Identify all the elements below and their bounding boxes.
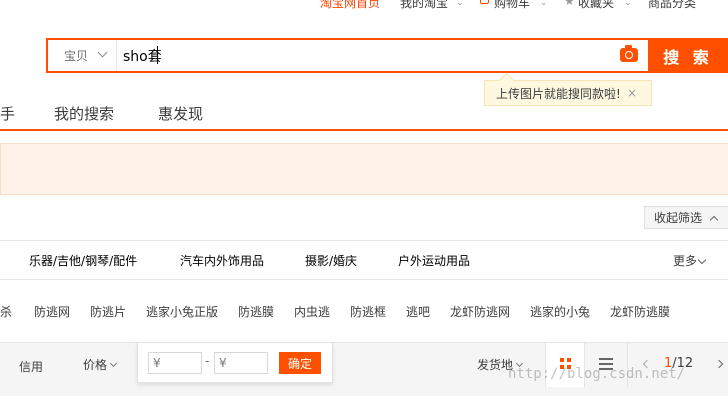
top-bar: 淘宝网首页 我的淘宝 ⌄ 购物车 ⌄ ★ 收藏夹 ⌄ 商品分类 [0,0,728,9]
related-word[interactable]: 逃家小兔正版 [146,303,218,320]
price-max-input[interactable] [214,352,268,374]
chevron-down-icon: ⌄ [456,0,464,8]
related-word[interactable]: 杀 [0,303,12,320]
related-word[interactable]: 逃吧 [406,303,430,320]
chevron-up-icon [709,215,719,224]
topbar-category-link[interactable]: 商品分类 [648,0,696,9]
price-min-input[interactable] [148,352,202,374]
text-cursor [157,46,158,64]
topbar-cart-link[interactable]: 购物车 [494,0,530,9]
grid-icon [567,358,571,362]
sort-price-label: 价格 [83,358,108,372]
tab-my-search[interactable]: 我的搜索 [54,103,114,124]
watermark: http://blog.csdn.net/ [508,366,686,382]
chevron-down-icon: ⌄ [540,0,548,8]
list-icon [599,363,613,365]
chevron-down-icon: ⌄ [624,0,632,8]
related-word[interactable]: 龙虾防逃膜 [610,303,670,320]
topbar-home-link[interactable]: 淘宝网首页 [320,0,380,9]
topbar-my-taobao-link[interactable]: 我的淘宝 [400,0,448,9]
sort-price[interactable]: 价格 [83,356,118,373]
related-word[interactable]: 防逃片 [90,303,126,320]
notice-banner [0,143,728,195]
sort-credit[interactable]: 信用 [19,358,43,375]
cart-icon [480,0,489,4]
search-input[interactable] [123,40,593,71]
tab-partial[interactable]: 手 [0,103,15,124]
camera-icon[interactable] [620,45,638,62]
related-word[interactable]: 逃家的小兔 [530,303,590,320]
collapse-filters-label: 收起筛选 [654,211,703,225]
more-categories-button[interactable]: 更多 [673,252,707,269]
price-range-panel: - 确定 [137,343,333,383]
chevron-down-icon [697,255,707,265]
related-word[interactable]: 龙虾防逃网 [450,303,510,320]
search-scope-label: 宝贝 [64,49,89,63]
category-row: 乐器/吉他/钢琴/配件 汽车内外饰用品 摄影/婚庆 户外运动用品 更多 [0,240,728,280]
grid-icon [560,358,564,362]
tooltip-text: 上传图片就能搜同款啦! [496,86,621,101]
related-words: 杀 防逃网 防逃片 逃家小兔正版 防逃膜 内虫逃 防逃框 逃吧 龙虾防逃网 逃家… [0,281,728,341]
related-word[interactable]: 防逃框 [350,303,386,320]
close-icon[interactable]: × [627,86,637,100]
star-icon: ★ [564,0,575,8]
chevron-down-icon [97,47,108,58]
category-item[interactable]: 摄影/婚庆 [305,252,357,269]
related-word[interactable]: 防逃膜 [238,303,274,320]
search-box: 宝贝 [46,38,728,73]
price-range-dash: - [205,354,210,368]
related-word[interactable]: 防逃网 [34,303,70,320]
chevron-down-icon [109,359,118,368]
search-scope-select[interactable]: 宝贝 [48,40,117,71]
category-item[interactable]: 户外运动用品 [398,252,470,269]
related-word[interactable]: 内虫逃 [294,303,330,320]
next-page-icon[interactable] [714,359,724,369]
search-nav: 手 我的搜索 惠发现 [0,100,728,131]
list-icon [599,358,613,360]
search-button[interactable]: 搜 索 [648,38,728,73]
category-item[interactable]: 汽车内外饰用品 [180,252,264,269]
category-item[interactable]: 乐器/吉他/钢琴/配件 [29,252,137,269]
more-label: 更多 [673,254,698,268]
price-confirm-button[interactable]: 确定 [279,352,321,374]
collapse-filters-button[interactable]: 收起筛选 [644,206,728,229]
tab-discount[interactable]: 惠发现 [158,103,203,124]
topbar-favorites-link[interactable]: 收藏夹 [578,0,614,9]
